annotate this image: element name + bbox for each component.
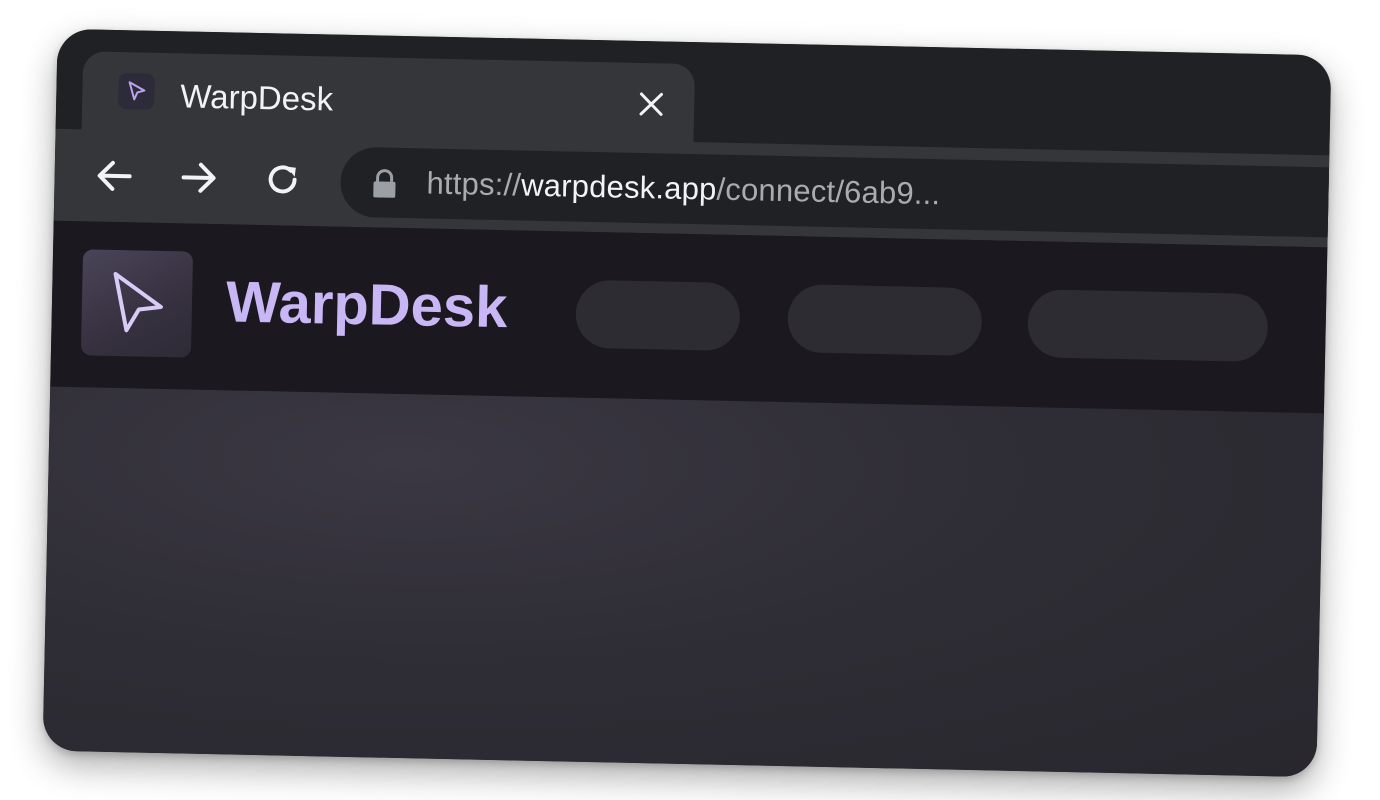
reload-icon[interactable] <box>262 159 303 200</box>
address-bar[interactable]: https://warpdesk.app/connect/6ab9... <box>339 146 1332 239</box>
tab-warpdesk[interactable]: WarpDesk <box>81 51 696 145</box>
nav-pill-2[interactable] <box>787 284 983 357</box>
nav-pill-1[interactable] <box>575 279 741 352</box>
arrow-right-icon[interactable] <box>178 157 219 198</box>
cursor-arrow-icon <box>118 73 155 110</box>
tab-title: WarpDesk <box>179 77 334 118</box>
browser-window: WarpDesk https://warpdesk.app/connect/6a… <box>42 28 1332 778</box>
lock-icon <box>370 168 399 199</box>
cursor-arrow-icon <box>113 272 163 333</box>
url-host: warpdesk.app <box>520 167 717 207</box>
stage: WarpDesk https://warpdesk.app/connect/6a… <box>0 0 1380 800</box>
arrow-left-icon[interactable] <box>94 156 135 197</box>
app-header: WarpDesk <box>50 220 1328 414</box>
url-scheme: https:// <box>426 165 522 203</box>
app-logo[interactable] <box>80 249 194 358</box>
nav-pill-3[interactable] <box>1027 289 1269 363</box>
page-content <box>42 386 1324 778</box>
url-path: /connect/6ab9... <box>716 171 941 212</box>
url-text: https://warpdesk.app/connect/6ab9... <box>426 166 941 213</box>
brand-name: WarpDesk <box>225 269 509 341</box>
close-icon[interactable] <box>636 89 667 120</box>
